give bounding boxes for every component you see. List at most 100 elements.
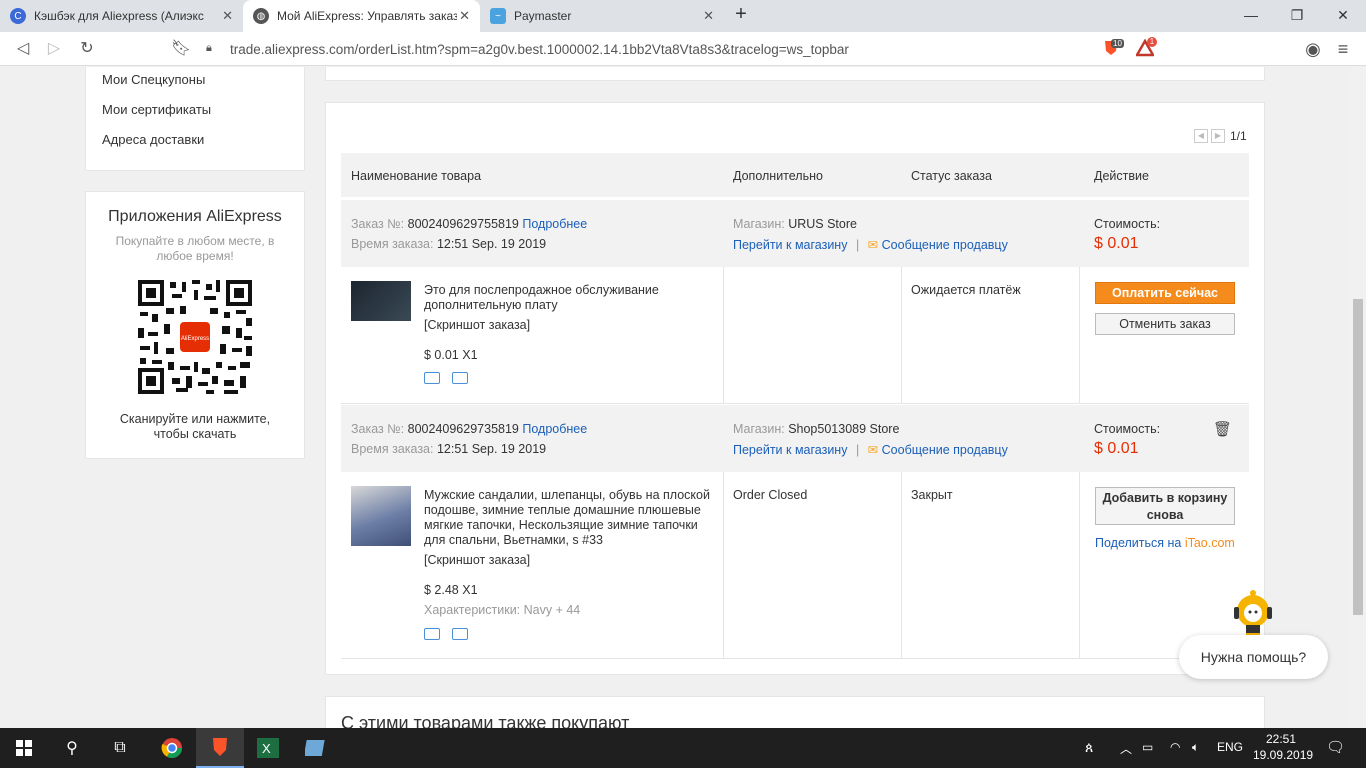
panel-top-strip	[325, 67, 1265, 81]
profile-icon[interactable]: ◉	[1302, 38, 1324, 60]
notepad-icon[interactable]	[292, 728, 340, 768]
brave-shield-icon[interactable]: 10	[1102, 39, 1124, 57]
close-window-icon[interactable]: ✕	[1320, 0, 1366, 30]
bookmark-icon[interactable]: 🔖︎	[170, 38, 192, 60]
tab-label: Paymaster	[514, 9, 572, 23]
share-link[interactable]: Поделиться на iTao.com	[1095, 536, 1235, 550]
order-store: Магазин: Shop5013089 Store	[733, 422, 900, 436]
forward-icon[interactable]: ▷	[43, 38, 65, 60]
scrollbar[interactable]	[1350, 67, 1366, 728]
delivery-icon[interactable]	[424, 372, 440, 384]
close-icon[interactable]: ✕	[459, 8, 470, 24]
people-icon[interactable]: ጰ	[1085, 739, 1093, 756]
browser-toolbar: ◁ ▷ ↻ 🔖︎ 🔒︎ trade.aliexpress.com/orderLi…	[0, 32, 1366, 66]
recommendations-title: С этими товарами также покупают	[341, 713, 630, 728]
message-seller-link[interactable]: Сообщение продавцу	[882, 238, 1008, 252]
language-indicator[interactable]: ENG	[1217, 740, 1243, 754]
tab-orders[interactable]: ◍ Мой AliExpress: Управлять заказами ✕	[243, 0, 480, 32]
order-time: Время заказа: 12:51 Sep. 19 2019	[351, 237, 547, 251]
order-header: Заказ №: 8002409629735819 Подробнее Врем…	[341, 405, 1249, 472]
battery-icon[interactable]: ▭	[1142, 740, 1153, 754]
cancel-order-button[interactable]: Отменить заказ	[1095, 313, 1235, 335]
order-header: Заказ №: 8002409629755819 Подробнее Врем…	[341, 200, 1249, 267]
service-icons	[424, 372, 468, 384]
new-tab-icon[interactable]: +	[730, 4, 752, 26]
apps-scan-text[interactable]: Сканируйте или нажмите, чтобы скачать	[106, 412, 284, 442]
search-icon[interactable]: ⚲	[48, 728, 96, 768]
clock-time[interactable]: 22:51	[1266, 732, 1296, 746]
recommendations-panel: С этими товарами также покупают	[325, 696, 1265, 728]
order-price: $ 0.01	[1094, 440, 1139, 457]
help-bubble[interactable]: Нужна помощь?	[1179, 635, 1328, 679]
sidebar-link-certificates[interactable]: Мои сертификаты	[102, 102, 211, 117]
windows-start-icon[interactable]	[0, 728, 48, 768]
service-icons	[424, 628, 468, 640]
task-view-icon[interactable]: ⧉	[96, 728, 144, 768]
trash-icon[interactable]: 🗑︎	[1213, 420, 1232, 438]
brave-browser-icon[interactable]	[196, 728, 244, 768]
minimize-icon[interactable]: —	[1228, 0, 1274, 30]
product-characteristics: Характеристики: Navy + 44	[424, 603, 581, 617]
message-seller-link[interactable]: Сообщение продавцу	[882, 443, 1008, 457]
header-extra: Дополнительно	[733, 169, 823, 183]
excel-icon[interactable]: X	[244, 728, 292, 768]
order-snapshot-link[interactable]: [Скриншот заказа]	[424, 553, 530, 567]
chevron-up-icon[interactable]: ︿	[1120, 740, 1132, 757]
menu-icon[interactable]: ≡	[1332, 38, 1354, 60]
notifications-icon[interactable]: 🗨︎	[1326, 738, 1345, 756]
orders-header-row: Наименование товара Дополнительно Статус…	[341, 153, 1249, 197]
close-icon[interactable]: ✕	[703, 8, 714, 24]
helper-bot-icon[interactable]	[1228, 587, 1278, 639]
scrollbar-thumb[interactable]	[1353, 299, 1363, 615]
tab-cashback[interactable]: C Кэшбэк для Aliexpress (Алиэкспресс) ✕	[0, 0, 243, 32]
order-details-link[interactable]: Подробнее	[522, 217, 587, 231]
return-icon[interactable]	[452, 372, 468, 384]
chrome-icon[interactable]	[148, 728, 196, 768]
envelope-icon: ✉	[867, 443, 879, 457]
cost-label: Стоимость:	[1094, 422, 1161, 436]
prev-page-icon[interactable]: ◀	[1194, 129, 1208, 143]
globe-icon: ◍	[253, 8, 269, 24]
windows-taskbar: ⚲ ⧉ X ጰ ︿ ▭ ◠ 🔈︎ ENG 22:51 19.09.2019 🗨︎	[0, 728, 1366, 768]
add-to-cart-again-button[interactable]: Добавить в корзину снова	[1095, 487, 1235, 525]
product-name[interactable]: Это для послепродажное обслуживание допо…	[424, 283, 714, 313]
order-store: Магазин: URUS Store	[733, 217, 857, 231]
order-details-link[interactable]: Подробнее	[522, 422, 587, 436]
return-icon[interactable]	[452, 628, 468, 640]
rewards-icon[interactable]: 1	[1134, 37, 1157, 57]
volume-icon[interactable]: 🔈︎	[1192, 740, 1199, 755]
order-time: Время заказа: 12:51 Sep. 19 2019	[351, 442, 547, 456]
product-name[interactable]: Мужские сандалии, шлепанцы, обувь на пло…	[424, 488, 714, 548]
cashback-icon: C	[10, 8, 26, 24]
tab-paymaster[interactable]: ~ Paymaster ✕	[480, 0, 724, 32]
clock-date[interactable]: 19.09.2019	[1253, 748, 1313, 762]
delivery-icon[interactable]	[424, 628, 440, 640]
address-bar[interactable]: 🔒︎ trade.aliexpress.com/orderList.htm?sp…	[200, 36, 1170, 62]
pay-now-button[interactable]: Оплатить сейчас	[1095, 282, 1235, 304]
reload-icon[interactable]: ↻	[76, 38, 98, 60]
close-icon[interactable]: ✕	[222, 8, 233, 24]
restore-icon[interactable]: ❐	[1274, 0, 1320, 30]
lock-icon: 🔒︎	[206, 42, 212, 54]
alert-badge: 1	[1147, 37, 1157, 47]
tab-label: Мой AliExpress: Управлять заказами	[277, 9, 457, 23]
sidebar-links: Мои Спецкупоны Мои сертификаты Адреса до…	[85, 67, 305, 171]
apps-subtitle: Покупайте в любом месте, в любое время!	[115, 234, 275, 263]
paymaster-icon: ~	[490, 8, 506, 24]
next-page-icon[interactable]: ▶	[1211, 129, 1225, 143]
header-status: Статус заказа	[911, 169, 992, 183]
qr-code[interactable]: AliExpress	[136, 278, 254, 396]
sidebar-link-coupons[interactable]: Мои Спецкупоны	[102, 72, 205, 87]
url-text: trade.aliexpress.com/orderList.htm?spm=a…	[230, 41, 849, 57]
product-image[interactable]	[351, 486, 411, 546]
go-to-store-link[interactable]: Перейти к магазину	[733, 238, 847, 252]
cost-label: Стоимость:	[1094, 217, 1161, 231]
back-icon[interactable]: ◁	[12, 38, 34, 60]
go-to-store-link[interactable]: Перейти к магазину	[733, 443, 847, 457]
wifi-icon[interactable]: ◠	[1170, 740, 1180, 754]
order-status: Закрыт	[911, 488, 953, 502]
order-snapshot-link[interactable]: [Скриншот заказа]	[424, 318, 530, 332]
header-product: Наименование товара	[351, 169, 482, 183]
sidebar-link-addresses[interactable]: Адреса доставки	[102, 132, 204, 147]
product-image[interactable]	[351, 281, 411, 321]
